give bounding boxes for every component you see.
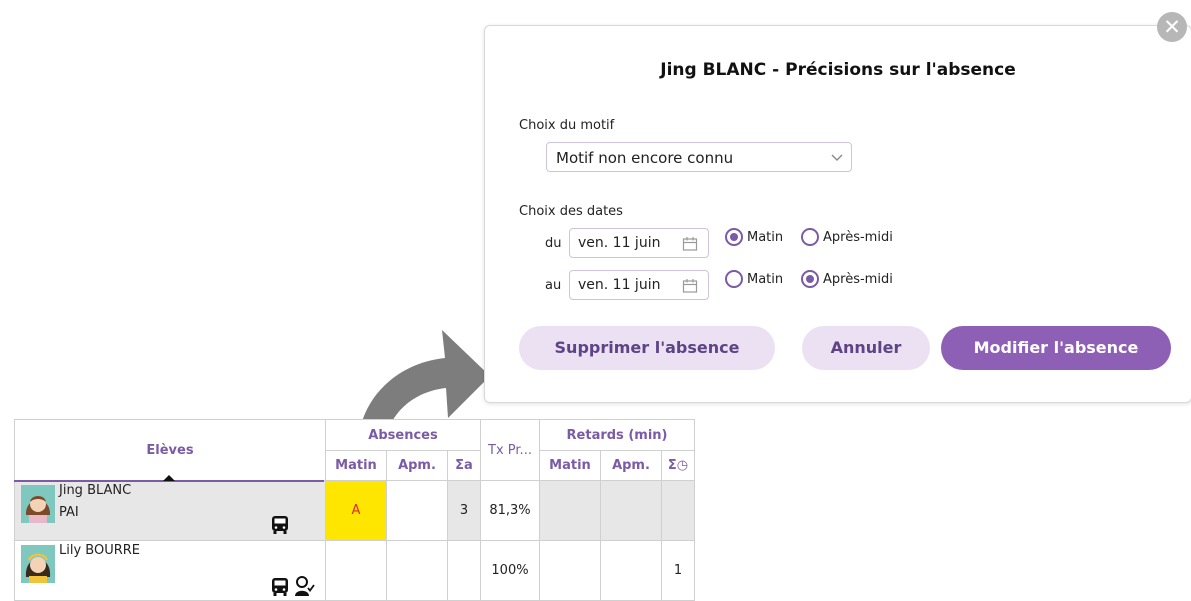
ret-apm-cell[interactable] bbox=[600, 480, 662, 541]
ret-matin-header[interactable]: Matin bbox=[539, 450, 601, 481]
col-students-header[interactable]: Elèves bbox=[14, 419, 326, 481]
abs-apm-cell[interactable] bbox=[386, 540, 448, 601]
to-morning-radio[interactable] bbox=[725, 270, 743, 288]
table-row[interactable]: Jing BLANC PAI A 3 81,3% bbox=[14, 480, 695, 541]
from-prefix: du bbox=[545, 236, 562, 251]
ret-matin-cell[interactable] bbox=[539, 540, 601, 601]
from-morning-radio[interactable] bbox=[725, 228, 743, 246]
absences-label: Absences bbox=[368, 427, 438, 443]
ret-sum-cell: 1 bbox=[661, 540, 695, 601]
abs-sum-cell: 3 bbox=[447, 480, 481, 541]
ret-sum-cell bbox=[661, 480, 695, 541]
from-date-field[interactable]: ven. 11 juin bbox=[569, 228, 709, 258]
table-row[interactable]: Lily BOURRE 100% 1 bbox=[14, 540, 695, 601]
from-morning-label: Matin bbox=[747, 230, 784, 245]
person-check-icon bbox=[295, 576, 315, 596]
bus-icon bbox=[272, 578, 288, 596]
delete-absence-button[interactable]: Supprimer l'absence bbox=[519, 326, 775, 370]
from-afternoon-radio[interactable] bbox=[801, 228, 819, 246]
student-name: Jing BLANC bbox=[59, 483, 132, 498]
abs-sum-cell bbox=[447, 540, 481, 601]
motif-label: Choix du motif bbox=[519, 118, 615, 133]
close-icon[interactable]: ✕ bbox=[1157, 12, 1187, 42]
ret-matin-cell[interactable] bbox=[539, 480, 601, 541]
delays-label: Retards (min) bbox=[566, 427, 668, 443]
modify-absence-button[interactable]: Modifier l'absence bbox=[941, 326, 1171, 370]
abs-apm-header[interactable]: Apm. bbox=[386, 450, 448, 481]
to-date-value: ven. 11 juin bbox=[578, 277, 661, 293]
abs-sum-header[interactable]: Σa bbox=[447, 450, 481, 481]
ret-sum-header[interactable]: Σ◷ bbox=[661, 450, 695, 481]
motif-value: Motif non encore connu bbox=[556, 149, 734, 167]
rate-header[interactable]: Tx Pr... bbox=[480, 419, 540, 481]
ret-apm-header[interactable]: Apm. bbox=[600, 450, 662, 481]
student-cell[interactable]: Jing BLANC PAI bbox=[14, 480, 326, 541]
delays-group-header: Retards (min) bbox=[539, 419, 695, 451]
sort-asc-icon[interactable] bbox=[163, 475, 175, 481]
to-prefix: au bbox=[545, 278, 562, 293]
calendar-icon bbox=[682, 237, 698, 251]
rate-cell: 81,3% bbox=[480, 480, 540, 541]
dates-label: Choix des dates bbox=[519, 204, 623, 219]
dialog-title: Jing BLANC - Précisions sur l'absence bbox=[660, 60, 1016, 80]
to-date-field[interactable]: ven. 11 juin bbox=[569, 270, 709, 300]
student-name: Lily BOURRE bbox=[59, 543, 141, 558]
to-afternoon-radio[interactable] bbox=[801, 270, 819, 288]
students-table: Elèves Absences Tx Pr... Retards (min) M… bbox=[14, 419, 695, 601]
abs-matin-cell[interactable] bbox=[325, 540, 387, 601]
rate-cell: 100% bbox=[480, 540, 540, 601]
calendar-icon bbox=[682, 279, 698, 293]
chevron-down-icon bbox=[831, 154, 843, 161]
bus-icon bbox=[272, 516, 288, 534]
student-tag: PAI bbox=[59, 505, 79, 520]
from-afternoon-label: Après-midi bbox=[823, 230, 893, 245]
col-students-label: Elèves bbox=[146, 442, 194, 458]
avatar-icon bbox=[21, 545, 55, 583]
absence-dialog: Jing BLANC - Précisions sur l'absence Ch… bbox=[484, 25, 1191, 403]
avatar-icon bbox=[21, 485, 55, 523]
cancel-button[interactable]: Annuler bbox=[802, 326, 930, 370]
abs-matin-header[interactable]: Matin bbox=[325, 450, 387, 481]
ret-apm-cell[interactable] bbox=[600, 540, 662, 601]
abs-apm-cell[interactable] bbox=[386, 480, 448, 541]
abs-matin-cell[interactable]: A bbox=[325, 480, 387, 541]
to-afternoon-label: Après-midi bbox=[823, 272, 893, 287]
student-cell[interactable]: Lily BOURRE bbox=[14, 540, 326, 601]
absences-group-header: Absences bbox=[325, 419, 481, 451]
motif-select[interactable]: Motif non encore connu bbox=[546, 142, 852, 172]
from-date-value: ven. 11 juin bbox=[578, 235, 661, 251]
to-morning-label: Matin bbox=[747, 272, 784, 287]
rate-label: Tx Pr... bbox=[488, 442, 532, 458]
